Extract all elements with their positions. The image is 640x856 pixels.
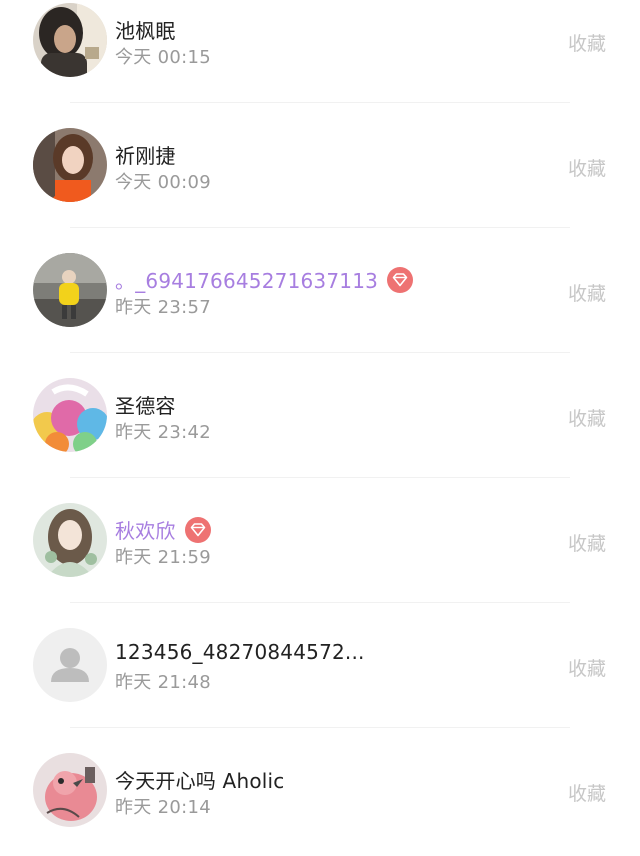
user-name: 秋欢欣: [115, 519, 176, 543]
user-name: 池枫眠: [115, 19, 176, 43]
collect-button[interactable]: 收藏: [568, 279, 606, 306]
default-user-placeholder-avatar: [33, 628, 107, 702]
follow-time: 昨天 21:48: [115, 672, 211, 693]
photo-child-yellow-coat-avatar: [33, 253, 107, 327]
user-name: 。_694176645271637113: [115, 269, 379, 293]
list-item[interactable]: 123456_48270844572... 昨天 21:48 收藏: [0, 603, 640, 728]
list-item[interactable]: 祈刚捷 今天 00:09 收藏: [0, 103, 640, 228]
user-name-line: 秋欢欣: [115, 515, 211, 544]
illustration-anime-girl-avatar: [33, 503, 107, 577]
collect-button[interactable]: 收藏: [568, 529, 606, 556]
user-avatar[interactable]: [33, 253, 107, 327]
follower-list: 池枫眠 今天 00:15 收藏 祈刚捷 今天 00:09 收藏 。_694176…: [0, 0, 640, 856]
photo-girl-orange-top-avatar: [33, 128, 107, 202]
user-avatar[interactable]: [33, 753, 107, 827]
user-name-line: 今天开心吗 Aholic: [115, 765, 284, 794]
user-avatar[interactable]: [33, 3, 107, 77]
user-name-line: 祈刚捷: [115, 140, 176, 169]
photo-dark-hair-person-avatar: [33, 3, 107, 77]
follow-time: 昨天 23:57: [115, 297, 211, 318]
collect-button[interactable]: 收藏: [568, 154, 606, 181]
vip-diamond-icon: [184, 516, 211, 543]
collect-button[interactable]: 收藏: [568, 29, 606, 56]
follow-time: 昨天 23:42: [115, 422, 211, 443]
user-name-line: 圣德容: [115, 390, 176, 419]
collect-button[interactable]: 收藏: [568, 404, 606, 431]
follow-time: 今天 00:09: [115, 172, 211, 193]
user-name: 祈刚捷: [115, 144, 176, 168]
list-item[interactable]: 圣德容 昨天 23:42 收藏: [0, 353, 640, 478]
list-item[interactable]: 。_694176645271637113 昨天 23:57 收藏: [0, 228, 640, 353]
vip-diamond-icon: [387, 266, 414, 293]
user-avatar[interactable]: [33, 128, 107, 202]
user-avatar[interactable]: [33, 503, 107, 577]
follow-time: 昨天 21:59: [115, 547, 211, 568]
user-name-line: 123456_48270844572...: [115, 640, 365, 664]
illustration-pink-bird-avatar: [33, 753, 107, 827]
user-avatar[interactable]: [33, 628, 107, 702]
photo-colorful-lollipops-avatar: [33, 378, 107, 452]
list-item[interactable]: 秋欢欣 昨天 21:59 收藏: [0, 478, 640, 603]
user-name: 圣德容: [115, 394, 176, 418]
follow-time: 今天 00:15: [115, 47, 211, 68]
follow-time: 昨天 20:14: [115, 797, 211, 818]
user-avatar[interactable]: [33, 378, 107, 452]
user-name: 123456_48270844572...: [115, 640, 365, 664]
user-name-line: 池枫眠: [115, 15, 176, 44]
list-item[interactable]: 池枫眠 今天 00:15 收藏: [0, 0, 640, 103]
list-item[interactable]: 今天开心吗 Aholic 昨天 20:14 收藏: [0, 728, 640, 853]
collect-button[interactable]: 收藏: [568, 779, 606, 806]
collect-button[interactable]: 收藏: [568, 654, 606, 681]
user-name: 今天开心吗 Aholic: [115, 769, 285, 793]
user-name-line: 。_694176645271637113: [115, 265, 414, 294]
